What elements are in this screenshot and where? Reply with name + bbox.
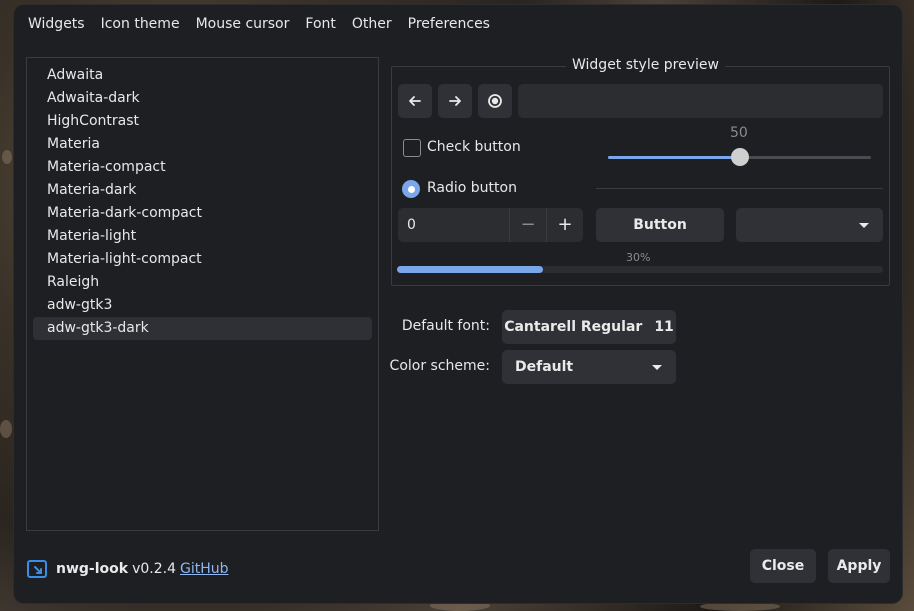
tab-mouse-cursor[interactable]: Mouse cursor — [196, 15, 290, 33]
record-icon — [488, 94, 502, 108]
progress-text: 30% — [626, 251, 651, 264]
nwg-look-window: Widgets Icon theme Mouse cursor Font Oth… — [14, 5, 902, 603]
theme-item-materia-dark[interactable]: Materia-dark — [33, 179, 372, 202]
radio-button-indicator[interactable] — [402, 180, 420, 198]
spin-button: 0 − + — [398, 208, 583, 242]
theme-item-materia-light-compact[interactable]: Materia-light-compact — [33, 248, 372, 271]
tab-bar: Widgets Icon theme Mouse cursor Font Oth… — [28, 15, 490, 33]
theme-item-adw-gtk3-dark[interactable]: adw-gtk3-dark — [33, 317, 372, 340]
separator — [596, 188, 883, 189]
tab-widgets[interactable]: Widgets — [28, 15, 85, 33]
text-entry[interactable] — [518, 84, 883, 118]
theme-item-raleigh[interactable]: Raleigh — [33, 271, 372, 294]
record-button[interactable] — [478, 84, 512, 118]
background-detail — [0, 420, 12, 438]
radio-dot — [407, 185, 415, 193]
color-scheme-label: Color scheme: — [389, 358, 490, 374]
tab-icon-theme[interactable]: Icon theme — [101, 15, 180, 33]
nwg-look-logo-icon — [27, 560, 47, 578]
slider-value: 50 — [730, 125, 748, 141]
apply-button[interactable]: Apply — [828, 549, 890, 583]
progress-bar — [397, 266, 883, 273]
arrow-left-icon — [409, 96, 421, 106]
combo-box[interactable] — [736, 208, 883, 242]
widget-style-preview: Widget style preview Check button 50 Rad… — [391, 57, 890, 286]
slider-fill — [608, 156, 740, 159]
forward-button[interactable] — [438, 84, 472, 118]
sample-button[interactable]: Button — [596, 208, 724, 242]
slider-knob[interactable] — [730, 148, 749, 166]
background-detail — [700, 602, 780, 611]
theme-item-materia-light[interactable]: Materia-light — [33, 225, 372, 248]
color-scheme-dropdown[interactable]: Default — [502, 350, 676, 384]
spin-decrement-button[interactable]: − — [509, 208, 546, 242]
font-chooser-button[interactable]: Cantarell Regular 11 — [502, 310, 676, 344]
spin-button-value[interactable]: 0 — [398, 208, 509, 242]
progress-fill — [397, 266, 543, 273]
default-font-label: Default font: — [401, 318, 490, 334]
app-info: nwg-look v0.2.4 GitHub — [26, 558, 229, 580]
theme-item-adwaita[interactable]: Adwaita — [33, 64, 372, 87]
theme-item-materia-dark-compact[interactable]: Materia-dark-compact — [33, 202, 372, 225]
color-scheme-value: Default — [515, 359, 574, 375]
background-detail — [2, 150, 12, 164]
tab-font[interactable]: Font — [305, 15, 335, 33]
radio-button-label[interactable]: Radio button — [427, 180, 517, 196]
tab-preferences[interactable]: Preferences — [408, 15, 490, 33]
theme-item-adwaita-dark[interactable]: Adwaita-dark — [33, 87, 372, 110]
chevron-down-icon — [859, 222, 869, 228]
github-link[interactable]: GitHub — [180, 561, 229, 577]
app-version: v0.2.4 — [132, 561, 176, 577]
close-button[interactable]: Close — [750, 549, 816, 583]
chevron-down-icon — [652, 364, 662, 370]
theme-item-adw-gtk3[interactable]: adw-gtk3 — [33, 294, 372, 317]
theme-item-highcontrast[interactable]: HighContrast — [33, 110, 372, 133]
check-button-label[interactable]: Check button — [427, 139, 521, 155]
font-size: 11 — [654, 319, 674, 335]
font-name: Cantarell Regular — [504, 319, 643, 335]
theme-list[interactable]: Adwaita Adwaita-dark HighContrast Materi… — [26, 57, 379, 531]
theme-item-materia[interactable]: Materia — [33, 133, 372, 156]
preview-title: Widget style preview — [566, 57, 725, 73]
theme-item-materia-compact[interactable]: Materia-compact — [33, 156, 372, 179]
app-name: nwg-look — [56, 561, 129, 577]
back-button[interactable] — [398, 84, 432, 118]
tab-other[interactable]: Other — [352, 15, 392, 33]
arrow-right-icon — [449, 96, 461, 106]
spin-increment-button[interactable]: + — [546, 208, 583, 242]
check-button-box[interactable] — [403, 139, 421, 157]
